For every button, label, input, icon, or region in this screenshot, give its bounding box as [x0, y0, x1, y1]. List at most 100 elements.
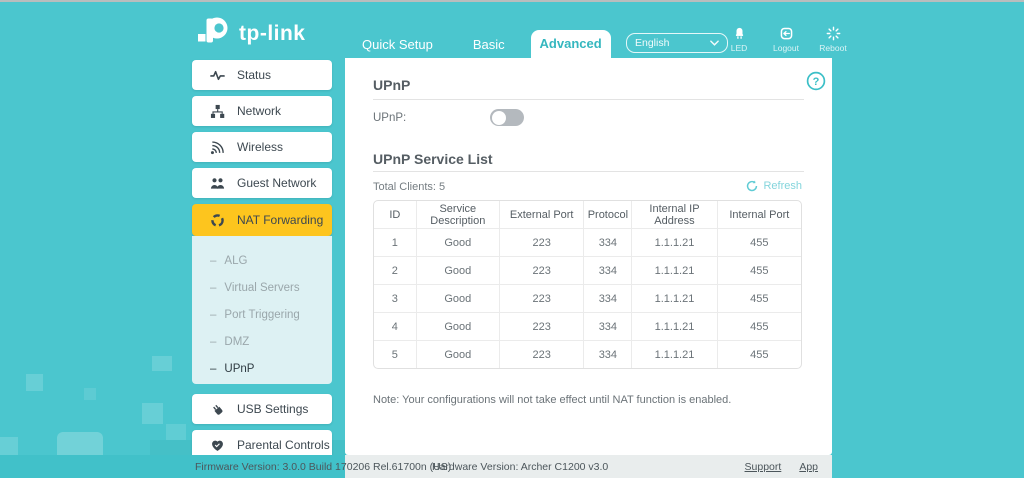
usb-settings-icon: [210, 402, 225, 417]
nat-note: Note: Your configurations will not take …: [373, 394, 732, 406]
decorative-square: [166, 424, 186, 440]
submenu-item-label: Port Triggering: [224, 308, 300, 321]
table-cell: 3: [374, 285, 417, 313]
table-cell: 223: [500, 341, 585, 368]
table-row: 4 Good 223 334 1.1.1.21 455: [374, 313, 801, 341]
top-divider: [0, 0, 1024, 2]
upnp-toggle[interactable]: [490, 109, 524, 126]
footer-link-app[interactable]: App: [799, 461, 818, 473]
submenu-dash: –: [210, 308, 217, 321]
router-admin-page: tp-link Quick Setup Basic Advanced English…: [0, 0, 1024, 478]
svg-text:?: ?: [813, 76, 820, 88]
table-cell: 334: [584, 313, 633, 341]
sidebar-item-network[interactable]: Network: [192, 96, 332, 126]
submenu-item-upnp[interactable]: – UPnP: [192, 355, 332, 382]
footer-link-support[interactable]: Support: [745, 461, 782, 473]
footer-bar: Firmware Version: 3.0.0 Build 170206 Rel…: [0, 455, 832, 478]
table-cell: 334: [584, 257, 633, 285]
table-cell: 334: [584, 229, 633, 257]
sidebar-item-label: Wireless: [237, 140, 284, 154]
submenu-item-virtual-servers[interactable]: – Virtual Servers: [192, 274, 332, 301]
table-cell: 334: [584, 341, 633, 368]
refresh-icon: [746, 180, 758, 192]
submenu-item-label: DMZ: [224, 335, 250, 348]
reboot-icon: [826, 26, 841, 41]
help-icon[interactable]: ?: [806, 71, 826, 91]
table-cell: Good: [416, 285, 500, 313]
section-title-upnp: UPnP: [373, 77, 411, 93]
sidebar-item-label: NAT Forwarding: [237, 213, 324, 227]
table-cell: 1.1.1.21: [632, 257, 718, 285]
tab-advanced[interactable]: Advanced: [530, 30, 611, 58]
upnp-field-label: UPnP:: [373, 112, 407, 124]
sidebar-item-label: Parental Controls: [237, 438, 330, 452]
language-value: English: [635, 37, 670, 49]
logout-icon: [779, 26, 794, 41]
tab-quick-setup[interactable]: Quick Setup: [348, 37, 447, 52]
tp-link-logo: tp-link: [196, 16, 306, 52]
table-cell: Good: [417, 341, 500, 368]
decorative-square: [152, 356, 172, 371]
led-button[interactable]: LED: [722, 26, 756, 53]
sidebar-item-status[interactable]: Status: [192, 60, 332, 90]
decorative-square: [84, 388, 96, 400]
submenu-item-label: Virtual Servers: [224, 281, 300, 294]
toggle-knob: [491, 110, 506, 125]
table-header-row: ID Service Description External Port Protoc…: [374, 201, 801, 229]
table-cell: 2: [374, 257, 417, 285]
column-header-internal-port: Internal Port: [717, 201, 801, 229]
submenu-item-port-triggering[interactable]: – Port Triggering: [192, 301, 332, 328]
reboot-label: Reboot: [819, 43, 847, 53]
led-icon: [732, 26, 747, 41]
submenu-dash: –: [210, 362, 217, 375]
table-cell: 223: [499, 285, 585, 313]
submenu-item-dmz[interactable]: – DMZ: [192, 328, 332, 355]
content-panel: ? UPnP UPnP: UPnP Service List Total Cli…: [345, 58, 832, 455]
refresh-button[interactable]: Refresh: [746, 180, 802, 192]
table-cell: 1.1.1.21: [632, 313, 718, 341]
section-title-service-list: UPnP Service List: [373, 151, 493, 167]
hardware-version: Hardware Version: Archer C1200 v3.0: [432, 461, 609, 473]
firmware-version: Firmware Version: 3.0.0 Build 170206 Rel…: [195, 461, 452, 473]
column-header-protocol: Protocol: [584, 201, 633, 229]
parental-controls-icon: [210, 438, 225, 453]
logout-button[interactable]: Logout: [769, 26, 803, 53]
divider: [373, 99, 804, 100]
sidebar-item-usb-settings[interactable]: USB Settings: [192, 394, 332, 424]
table-row: 3 Good 223 334 1.1.1.21 455: [374, 285, 801, 313]
submenu-dash: –: [210, 335, 217, 348]
table-cell: 455: [717, 257, 801, 285]
refresh-label: Refresh: [763, 180, 802, 192]
language-select[interactable]: English: [626, 33, 728, 53]
decorative-square: [0, 437, 18, 455]
submenu-dash: –: [210, 281, 217, 294]
footer-links: Support App: [745, 461, 818, 473]
table-cell: 4: [374, 313, 417, 341]
sidebar-item-nat-forwarding[interactable]: NAT Forwarding: [192, 204, 332, 236]
sidebar-item-label: Status: [237, 68, 272, 82]
submenu-item-alg[interactable]: – ALG: [192, 247, 332, 274]
decorative-square: [26, 374, 43, 391]
main-nav: Quick Setup Basic Advanced: [348, 30, 611, 58]
sidebar-item-label: USB Settings: [237, 402, 309, 416]
nat-forwarding-submenu: – ALG – Virtual Servers – Port Triggering – DMZ…: [192, 236, 332, 384]
sidebar-item-guest-network[interactable]: Guest Network: [192, 168, 332, 198]
table-cell: 1.1.1.21: [632, 229, 718, 257]
tab-basic[interactable]: Basic: [459, 37, 519, 52]
total-clients-label: Total Clients: 5: [373, 181, 446, 193]
table-cell: 223: [499, 313, 585, 341]
reboot-button[interactable]: Reboot: [816, 26, 850, 53]
table-cell: 455: [717, 285, 801, 313]
led-label: LED: [730, 43, 748, 53]
table-row: 2 Good 223 334 1.1.1.21 455: [374, 257, 801, 285]
column-header-service-description: Service Description: [416, 201, 500, 229]
column-header-id: ID: [374, 201, 417, 229]
submenu-dash: –: [210, 254, 217, 267]
brand-name: tp-link: [239, 22, 306, 45]
submenu-item-label: ALG: [224, 254, 248, 267]
wireless-icon: [210, 140, 225, 155]
column-header-external-port: External Port: [499, 201, 585, 229]
tp-link-logo-icon: [196, 16, 232, 52]
sidebar-item-wireless[interactable]: Wireless: [192, 132, 332, 162]
decorative-square: [142, 403, 163, 424]
